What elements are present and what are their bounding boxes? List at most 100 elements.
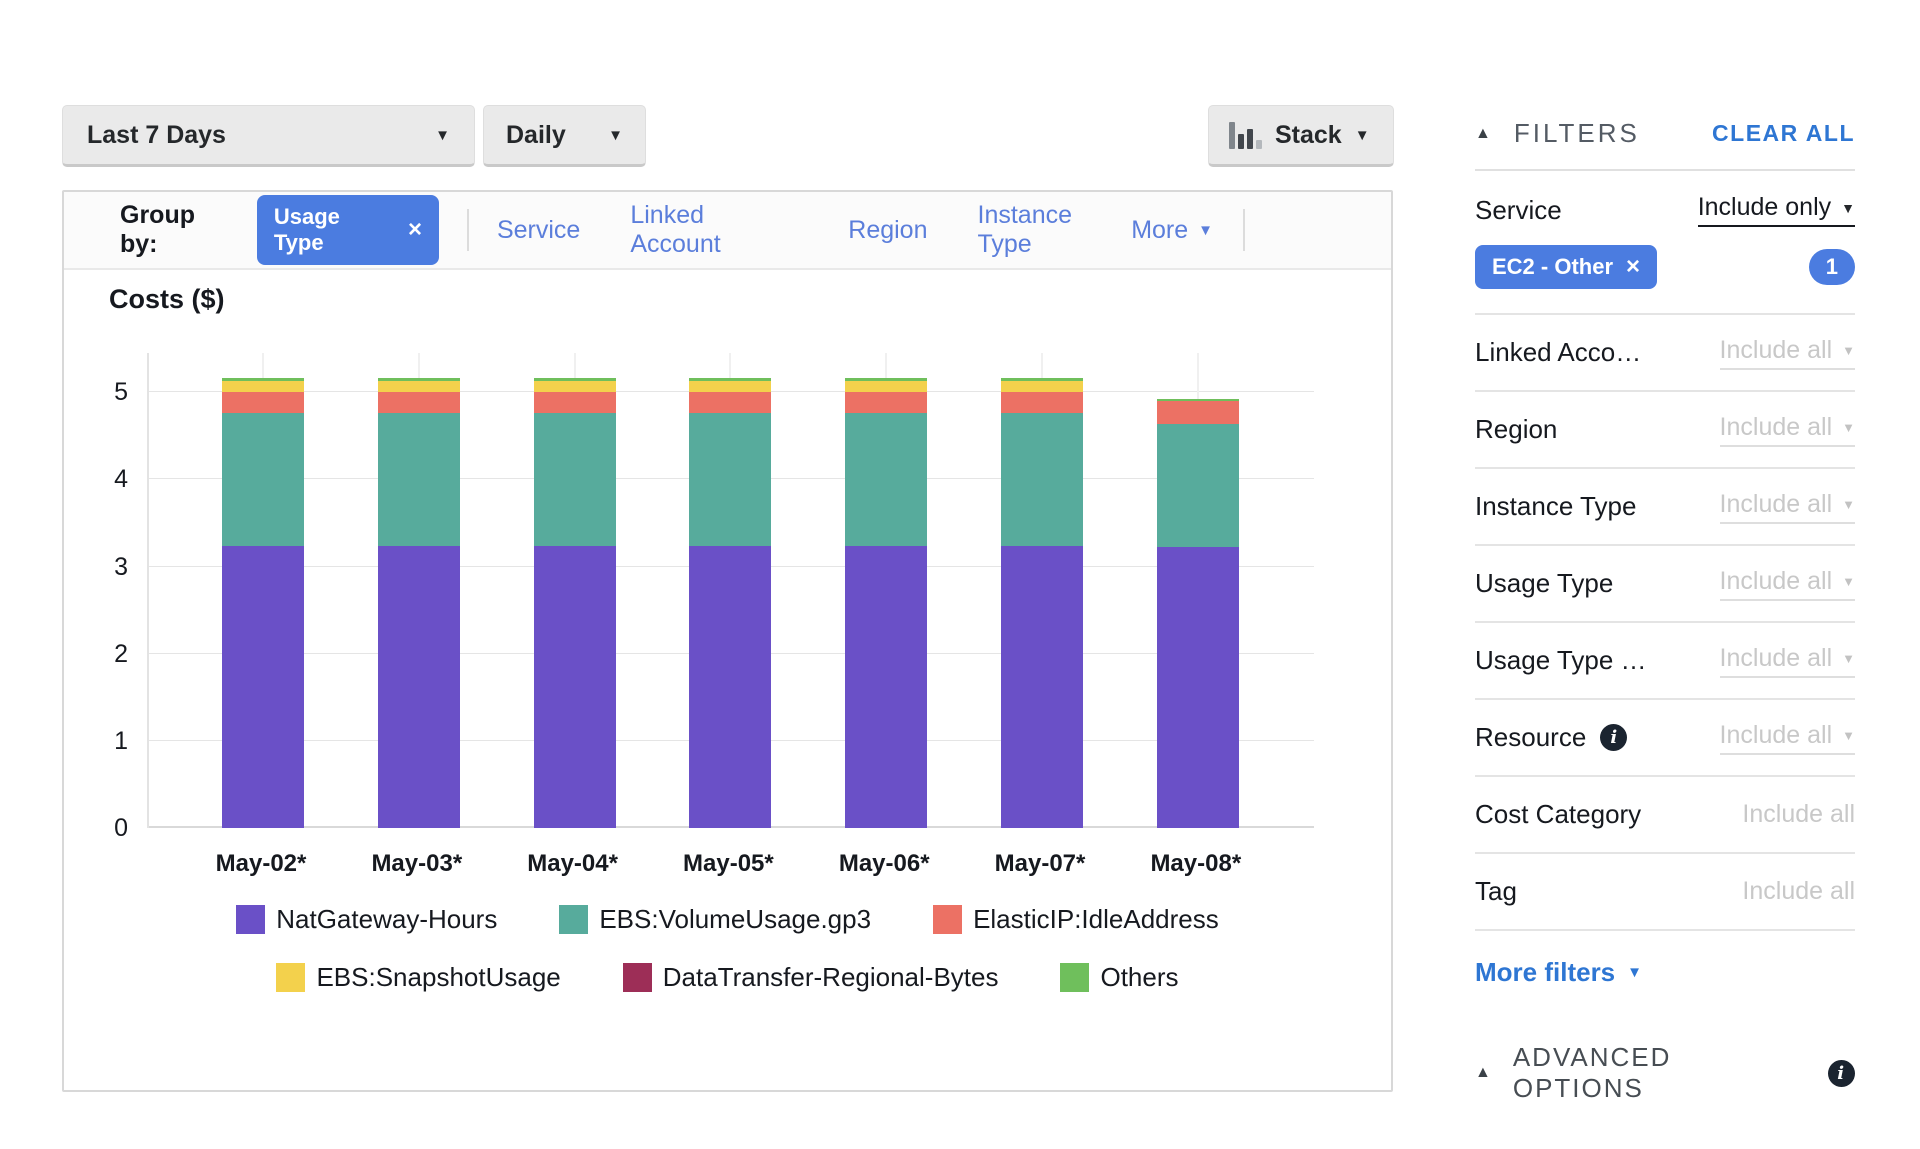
bar-may-03 [378,378,460,828]
chevron-down-icon: ▼ [1198,223,1213,238]
group-by-link-linked-account[interactable]: Linked Account [630,201,798,259]
filters-title-text: FILTERS [1514,118,1640,149]
chart-legend: NatGateway-Hours EBS:VolumeUsage.gp3 Elast… [64,904,1391,993]
bar-segment-elasticip-idleaddress[interactable] [845,392,927,413]
legend-item-natgateway-hours[interactable]: NatGateway-Hours [236,904,497,935]
filter-value-dropdown[interactable]: Include all▼ [1720,567,1855,601]
chevron-down-icon: ▼ [1842,575,1855,588]
cost-explorer-panel: Group by: Usage Type × ServiceLinked Acc… [62,190,1393,1092]
group-by-link-instance-type[interactable]: Instance Type [978,201,1132,259]
filter-row-resource: Resourcei Include all▼ [1475,700,1855,777]
filter-label: Linked Acco… [1475,337,1641,368]
bar-segment-natgateway-hours[interactable] [378,546,460,828]
bar-segment-ebs-snapshotusage[interactable] [1001,381,1083,392]
filter-label: Usage Type [1475,568,1613,599]
bar-segment-elasticip-idleaddress[interactable] [534,392,616,413]
group-by-more-dropdown[interactable]: More ▼ [1131,216,1213,245]
group-by-links: Service Linked Account Region Instance Type [497,201,1131,259]
filter-label: Resourcei [1475,722,1627,753]
info-icon: i [1600,724,1627,751]
chevron-down-icon: ▼ [1842,652,1855,665]
y-tick-label: 0 [68,814,128,843]
bar-segment-natgateway-hours[interactable] [1157,547,1239,828]
chart-type-dropdown[interactable]: Stack ▼ [1208,105,1394,167]
bar-segment-elasticip-idleaddress[interactable] [689,392,771,413]
y-tick-label: 5 [68,378,128,407]
divider [467,209,469,251]
bar-segment-elasticip-idleaddress[interactable] [1001,392,1083,413]
legend-label: NatGateway-Hours [276,904,497,935]
bar-segment-ebs-snapshotusage[interactable] [845,381,927,392]
filter-value-dropdown[interactable]: Include all▼ [1720,721,1855,755]
bar-segment-ebs-snapshotusage[interactable] [689,381,771,392]
bar-segment-ebs-volumeusage-gp3[interactable] [534,413,616,545]
collapse-arrow-icon: ▲ [1475,1065,1493,1081]
bar-segment-natgateway-hours[interactable] [1001,546,1083,828]
info-icon: i [1828,1060,1855,1087]
close-icon[interactable]: × [1626,255,1640,279]
filter-value-dropdown[interactable]: Include all▼ [1720,490,1855,524]
bar-segment-elasticip-idleaddress[interactable] [378,392,460,413]
close-icon[interactable]: × [408,218,422,242]
legend-swatch [559,905,588,934]
filter-value: Include all [1742,800,1855,829]
bar-may-08 [1157,399,1239,828]
bar-segment-ebs-snapshotusage[interactable] [534,381,616,392]
group-by-link-region[interactable]: Region [848,216,927,245]
granularity-dropdown[interactable]: Daily ▼ [483,105,646,167]
filter-value-dropdown[interactable]: Include all▼ [1720,644,1855,678]
legend-item-elasticip-idleaddress[interactable]: ElasticIP:IdleAddress [933,904,1219,935]
bar-segment-ebs-volumeusage-gp3[interactable] [689,413,771,545]
filter-row-region: RegionInclude all▼ [1475,392,1855,469]
date-range-dropdown[interactable]: Last 7 Days ▼ [62,105,475,167]
clear-all-button[interactable]: CLEAR ALL [1712,120,1855,147]
more-filters-button[interactable]: More filters ▼ [1475,957,1855,988]
bar-segment-ebs-volumeusage-gp3[interactable] [378,413,460,545]
filter-row-cost-category: Cost CategoryInclude all [1475,777,1855,854]
service-filter-label: Service [1475,195,1562,226]
filters-title: ▲ FILTERS [1475,118,1640,149]
bar-segment-elasticip-idleaddress[interactable] [1157,401,1239,424]
legend-label: ElasticIP:IdleAddress [973,904,1219,935]
date-range-label: Last 7 Days [87,121,226,150]
bar-may-04 [534,378,616,828]
service-filter-chip[interactable]: EC2 - Other × [1475,245,1657,289]
bar-segment-ebs-snapshotusage[interactable] [378,381,460,392]
filter-value-dropdown[interactable]: Include all▼ [1720,336,1855,370]
bar-segment-natgateway-hours[interactable] [222,546,304,828]
filter-value-dropdown[interactable]: Include all▼ [1720,413,1855,447]
legend-label: Others [1100,962,1178,993]
bar-segment-ebs-snapshotusage[interactable] [222,381,304,392]
legend-item-ebs-volumeusage-gp3[interactable]: EBS:VolumeUsage.gp3 [559,904,871,935]
chevron-down-icon: ▼ [1842,421,1855,434]
chevron-down-icon: ▼ [1842,344,1855,357]
filters-header: ▲ FILTERS CLEAR ALL [1475,118,1855,171]
chevron-down-icon: ▼ [1842,498,1855,511]
advanced-options-header[interactable]: ▲ ADVANCED OPTIONS i [1475,1042,1855,1104]
bar-segment-ebs-volumeusage-gp3[interactable] [1157,424,1239,548]
bar-segment-ebs-volumeusage-gp3[interactable] [222,413,304,545]
legend-item-others[interactable]: Others [1060,962,1178,993]
bar-segment-natgateway-hours[interactable] [845,546,927,828]
legend-swatch [1060,963,1089,992]
plot-area [147,353,1314,828]
bar-segment-natgateway-hours[interactable] [689,546,771,828]
filter-row-usage-type: Usage Type …Include all▼ [1475,623,1855,700]
bar-may-02 [222,378,304,828]
legend-item-ebs-snapshotusage[interactable]: EBS:SnapshotUsage [276,962,560,993]
y-tick-label: 4 [68,465,128,494]
bar-segment-natgateway-hours[interactable] [534,546,616,828]
x-tick-label: May-02* [183,850,339,878]
collapse-arrow-icon[interactable]: ▲ [1475,126,1494,142]
bar-segment-elasticip-idleaddress[interactable] [222,392,304,413]
filter-rows: Linked Acco…Include all▼RegionInclude al… [1475,315,1855,931]
y-axis: 012345 [64,353,134,828]
bar-segment-ebs-volumeusage-gp3[interactable] [1001,413,1083,545]
bar-segment-ebs-volumeusage-gp3[interactable] [845,413,927,545]
filter-label: Instance Type [1475,491,1636,522]
filter-value: Include all [1742,877,1855,906]
legend-item-datatransfer-regional-bytes[interactable]: DataTransfer-Regional-Bytes [623,962,999,993]
group-by-link-service[interactable]: Service [497,216,580,245]
service-mode-dropdown[interactable]: Include only ▼ [1698,193,1855,227]
group-by-active-chip[interactable]: Usage Type × [257,195,439,265]
